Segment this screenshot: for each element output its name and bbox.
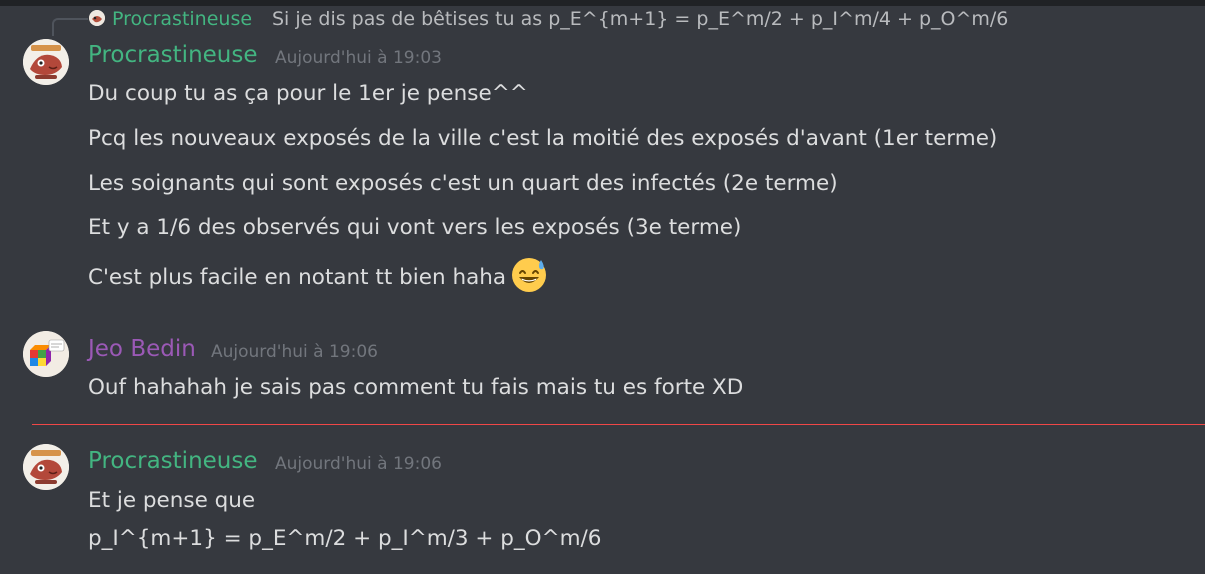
message-line: Ouf hahahah je sais pas comment tu fais … [88,375,744,400]
reply-spine [52,18,88,36]
message-line-with-emoji: C'est plus facile en notant tt bien haha [88,256,548,297]
message-line: Les soignants qui sont exposés c'est un … [88,171,838,196]
message-timestamp: Aujourd'hui à 19:06 [275,454,442,474]
sweat-smile-emoji-icon[interactable] [510,256,548,294]
avatar[interactable] [23,331,69,377]
message-author[interactable]: Procrastineuse [88,448,258,474]
reply-avatar[interactable] [89,10,105,26]
message-text: C'est plus facile en notant tt bien haha [88,265,507,290]
avatar[interactable] [23,39,69,85]
message-line: Et je pense que [88,488,256,513]
message-line: Pcq les nouveaux exposés de la ville c'e… [88,126,998,151]
message-timestamp: Aujourd'hui à 19:03 [275,48,442,68]
new-messages-divider [32,424,1205,425]
message-line: Du coup tu as ça pour le 1er je pense^^ [88,81,528,106]
reply-reference[interactable]: Procrastineuse Si je dis pas de bêtises … [0,8,1205,36]
reply-author[interactable]: Procrastineuse [112,8,252,30]
avatar[interactable] [23,444,69,490]
message-line: Et y a 1/6 des observés qui vont vers le… [88,215,742,240]
message-author[interactable]: Jeo Bedin [88,336,196,362]
message-author[interactable]: Procrastineuse [88,42,258,68]
top-bar [0,0,1205,6]
message-timestamp: Aujourd'hui à 19:06 [211,342,378,362]
reply-text[interactable]: Si je dis pas de bêtises tu as p_E^{m+1}… [272,8,1008,30]
message-line: p_I^{m+1} = p_E^m/2 + p_I^m/3 + p_O^m/6 [88,526,602,551]
